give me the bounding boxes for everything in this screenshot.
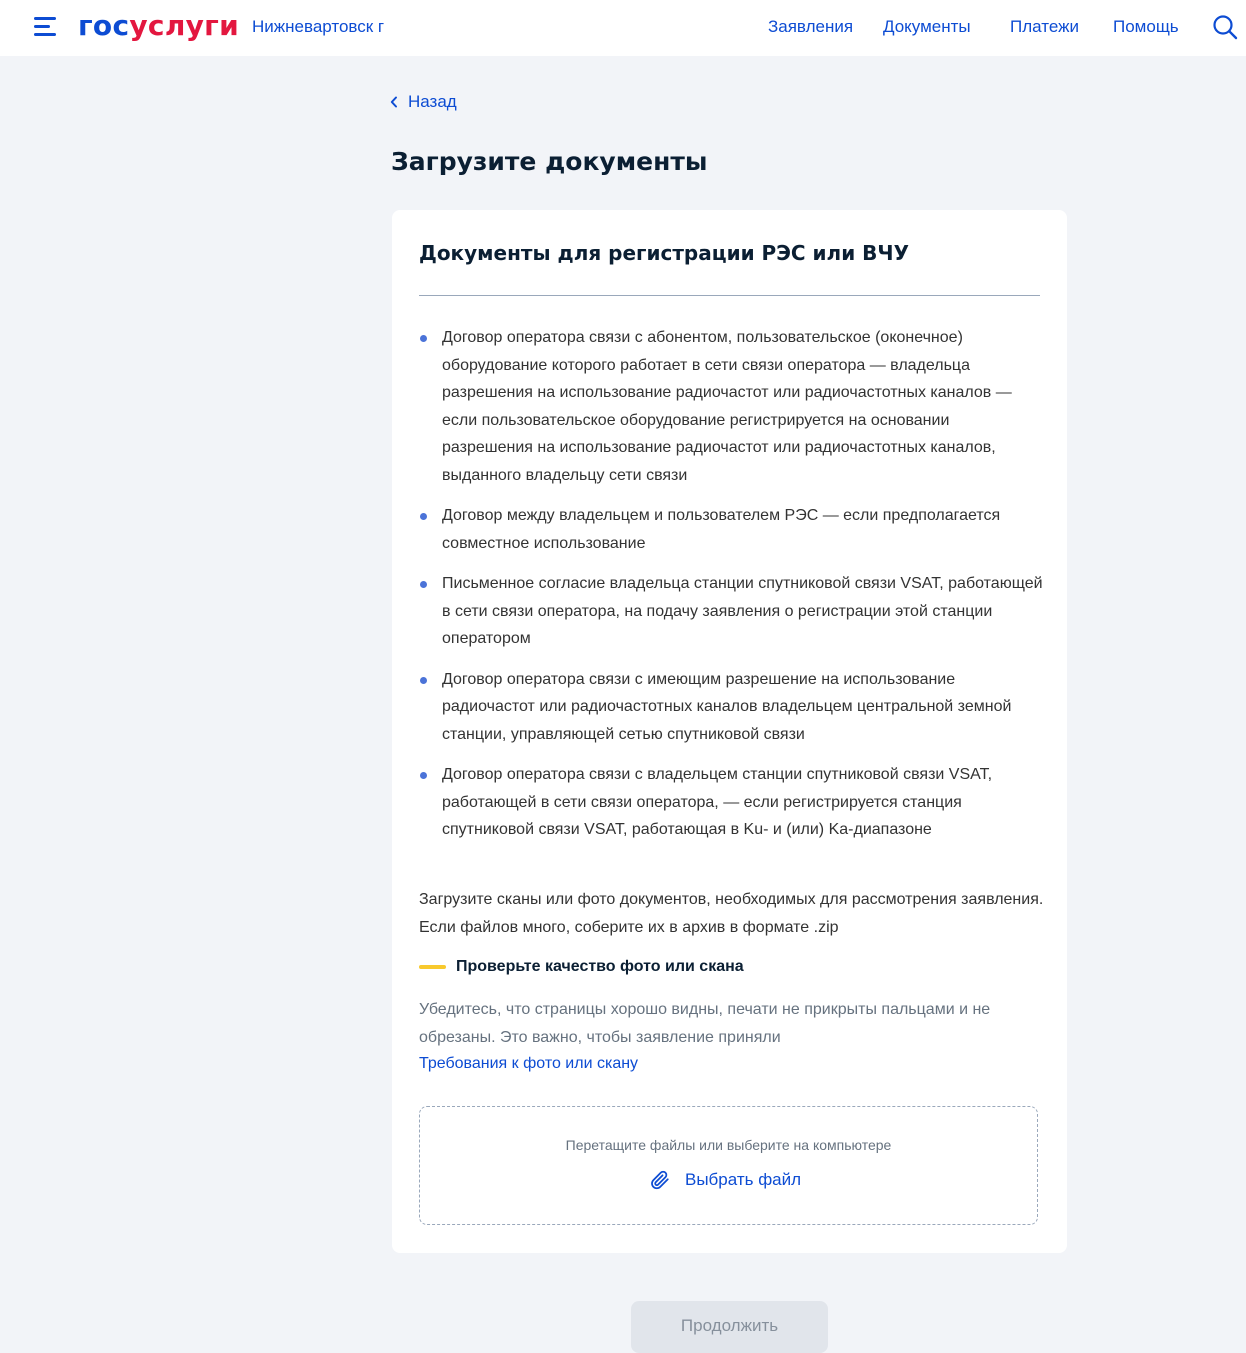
document-item: Договор оператора связи с владельцем ста…	[419, 761, 1044, 844]
burger-menu-icon[interactable]	[34, 17, 58, 37]
nav-documents[interactable]: Документы	[883, 17, 971, 37]
choose-file-button[interactable]: Выбрать файл	[649, 1169, 801, 1191]
logo-part-gos: гос	[78, 9, 130, 42]
document-item: Договор оператора связи с абонентом, пол…	[419, 324, 1044, 489]
page-title: Загрузите документы	[391, 147, 708, 176]
nav-help[interactable]: Помощь	[1113, 17, 1179, 37]
nav-payments[interactable]: Платежи	[1010, 17, 1079, 37]
document-item: Договор между владельцем и пользователем…	[419, 502, 1044, 557]
file-dropzone[interactable]: Перетащите файлы или выберите на компьют…	[419, 1106, 1038, 1225]
nav-applications[interactable]: Заявления	[768, 17, 853, 37]
document-item: Договор оператора связи с имеющим разреш…	[419, 666, 1044, 749]
upload-hint: Загрузите сканы или фото документов, нео…	[419, 891, 1044, 936]
quality-text: Убедитесь, что страницы хорошо видны, пе…	[419, 1001, 991, 1046]
requirements-link[interactable]: Требования к фото или скану	[419, 1050, 638, 1078]
quality-title: Проверьте качество фото или скана	[456, 958, 744, 975]
city-selector[interactable]: Нижневартовск г	[252, 17, 384, 37]
document-item: Письменное согласие владельца станции сп…	[419, 570, 1044, 653]
gosuslugi-logo[interactable]: госуслуги	[78, 8, 239, 44]
warning-mark	[419, 965, 446, 969]
documents-card: Документы для регистрации РЭС или ВЧУ До…	[392, 210, 1067, 1253]
back-link[interactable]: Назад	[390, 92, 457, 112]
search-icon[interactable]	[1212, 14, 1238, 40]
dropzone-hint: Перетащите файлы или выберите на компьют…	[565, 1137, 892, 1153]
required-documents-list: Договор оператора связи с абонентом, пол…	[419, 324, 1044, 857]
quality-notice: Проверьте качество фото или скана	[419, 958, 744, 976]
chevron-left-icon	[390, 96, 397, 108]
choose-file-label: Выбрать файл	[685, 1170, 802, 1189]
paperclip-icon	[651, 1170, 669, 1190]
continue-button[interactable]: Продолжить	[631, 1301, 828, 1353]
top-header: госуслуги Нижневартовск г Заявления Доку…	[0, 0, 1246, 56]
back-label: Назад	[408, 92, 457, 111]
card-title: Документы для регистрации РЭС или ВЧУ	[419, 241, 909, 265]
card-divider	[419, 295, 1040, 296]
logo-part-uslugi: услуги	[129, 9, 240, 42]
